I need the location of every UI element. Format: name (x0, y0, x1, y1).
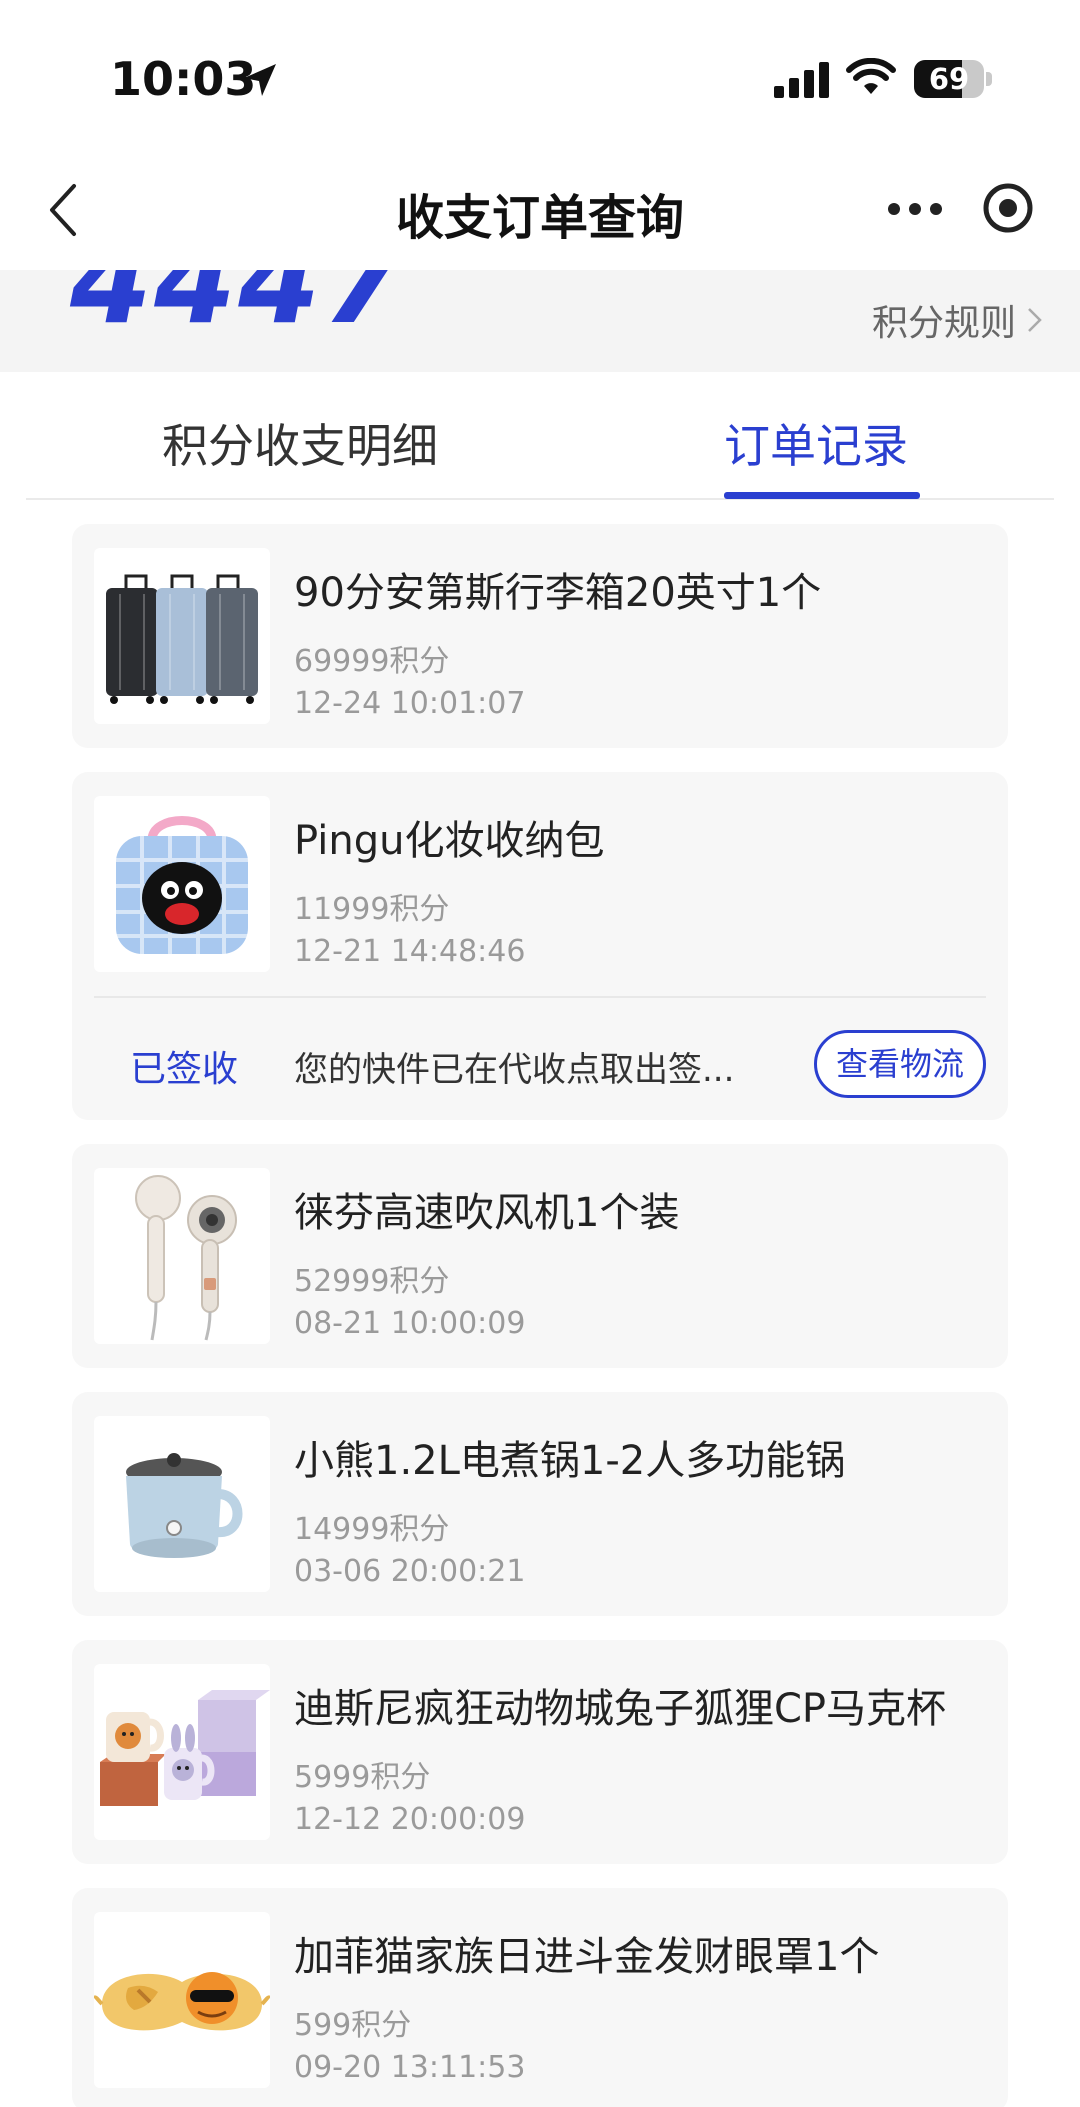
order-date: 03-06 20:00:21 (294, 1554, 526, 1589)
points-header: 4447 积分规则 (0, 270, 1080, 372)
view-logistics-button[interactable]: 查看物流 (814, 1030, 986, 1098)
order-card[interactable]: 迪斯尼疯狂动物城兔子狐狸CP马克杯 5999积分 12-12 20:00:09 (72, 1640, 1008, 1864)
order-title: 90分安第斯行李箱20英寸1个 (294, 570, 822, 616)
points-rules-label: 积分规则 (871, 303, 1016, 344)
chevron-right-icon (1028, 308, 1042, 332)
wifi-icon (846, 58, 896, 94)
order-points: 599积分 (294, 2008, 412, 2043)
order-card[interactable]: 90分安第斯行李箱20英寸1个 69999积分 12-24 10:01:07 (72, 524, 1008, 748)
order-date: 08-21 10:00:09 (294, 1306, 526, 1341)
order-title: Pingu化妆收纳包 (294, 818, 605, 864)
order-points: 52999积分 (294, 1264, 450, 1299)
nav-bar: 收支订单查询 (0, 150, 1080, 270)
order-title: 迪斯尼疯狂动物城兔子狐狸CP马克杯 (294, 1686, 947, 1732)
order-card[interactable]: 小熊1.2L电煮锅1-2人多功能锅 14999积分 03-06 20:00:21 (72, 1392, 1008, 1616)
order-card[interactable]: 加菲猫家族日进斗金发财眼罩1个 599积分 09-20 13:11:53 (72, 1888, 1008, 2107)
electric-pot-image (94, 1416, 270, 1592)
order-points: 5999积分 (294, 1760, 431, 1795)
order-date: 12-12 20:00:09 (294, 1802, 526, 1837)
cellular-signal-icon (774, 62, 829, 98)
order-points: 11999积分 (294, 892, 450, 927)
order-title: 徕芬高速吹风机1个装 (294, 1190, 680, 1236)
order-date: 12-21 14:48:46 (294, 934, 526, 969)
more-icon[interactable] (880, 184, 950, 234)
order-date: 12-24 10:01:07 (294, 686, 526, 721)
tab-points-detail[interactable]: 积分收支明细 (162, 410, 438, 476)
mug-set-image (94, 1664, 270, 1840)
points-rules-link[interactable]: 积分规则 (872, 294, 1044, 346)
eye-mask-image (94, 1912, 270, 2088)
points-total: 4447 (70, 270, 407, 350)
location-arrow-icon (244, 64, 276, 96)
order-points: 14999积分 (294, 1512, 450, 1547)
battery-percent: 69 (928, 62, 970, 96)
logistics-row: 已签收 您的快件已在代收点取出签... 查看物流 (94, 996, 986, 1120)
hair-dryer-image (94, 1168, 270, 1344)
order-date: 09-20 13:11:53 (294, 2050, 526, 2085)
logistics-message: 您的快件已在代收点取出签... (294, 1050, 735, 1090)
order-title: 加菲猫家族日进斗金发财眼罩1个 (294, 1934, 880, 1980)
cosmetic-bag-image (94, 796, 270, 972)
status-time: 10:03 (110, 52, 257, 106)
tab-order-records[interactable]: 订单记录 (724, 410, 908, 476)
active-tab-indicator (724, 492, 920, 499)
status-bar: 10:03 69 (0, 0, 1080, 150)
suitcase-image (94, 548, 270, 724)
tab-bar: 积分收支明细 订单记录 (26, 376, 1054, 500)
order-card[interactable]: Pingu化妆收纳包 11999积分 12-21 14:48:46 已签收 您的… (72, 772, 1008, 1120)
close-miniprogram-icon[interactable] (980, 180, 1036, 236)
order-title: 小熊1.2L电煮锅1-2人多功能锅 (294, 1438, 846, 1484)
order-points: 69999积分 (294, 644, 450, 679)
order-card[interactable]: 徕芬高速吹风机1个装 52999积分 08-21 10:00:09 (72, 1144, 1008, 1368)
delivery-status: 已签收 (130, 1049, 239, 1090)
order-list: 90分安第斯行李箱20英寸1个 69999积分 12-24 10:01:07 P… (72, 524, 1008, 2107)
battery-indicator: 69 (914, 60, 992, 100)
